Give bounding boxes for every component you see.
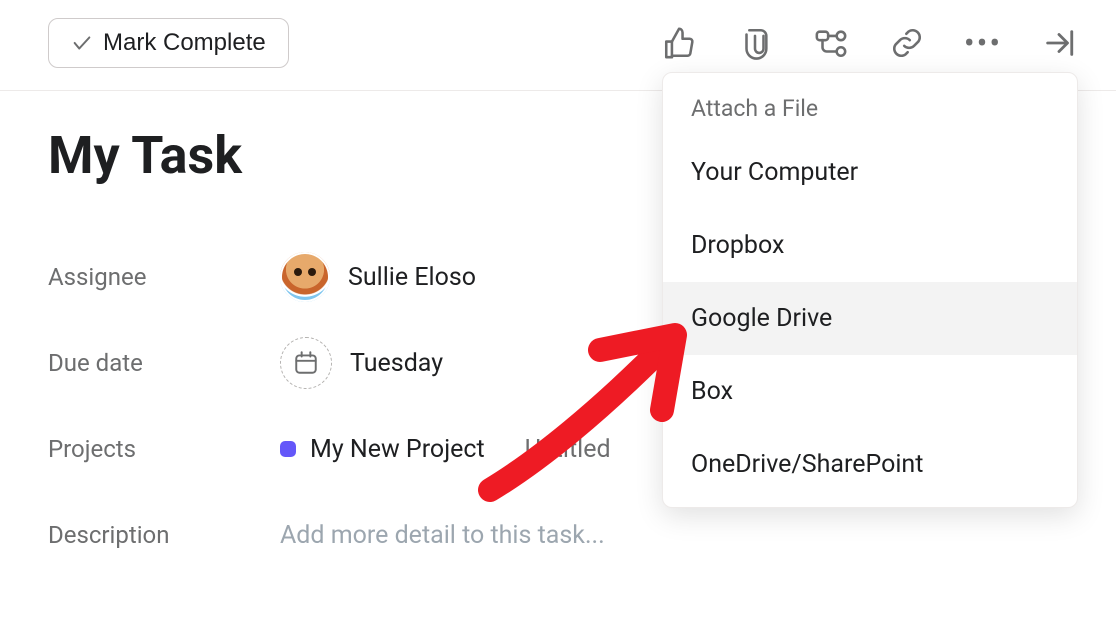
like-icon[interactable] [662,26,696,60]
mark-complete-label: Mark Complete [103,29,266,57]
attachment-icon[interactable] [738,26,772,60]
attach-option-your-computer[interactable]: Your Computer [663,136,1077,209]
attach-option-box[interactable]: Box [663,355,1077,428]
attach-file-menu: Attach a File Your Computer Dropbox Goog… [662,72,1078,508]
avatar [280,252,330,302]
attach-option-google-drive[interactable]: Google Drive [663,282,1077,355]
attach-option-onedrive[interactable]: OneDrive/SharePoint [663,428,1077,501]
collapse-icon[interactable] [1042,26,1076,60]
project-name: My New Project [310,435,485,464]
due-date-value[interactable]: Tuesday [280,337,443,389]
projects-label: Projects [48,435,280,463]
project-chip[interactable]: My New Project [280,435,485,464]
project-color-dot [280,441,296,457]
description-input[interactable]: Add more detail to this task... [280,521,605,550]
attach-menu-header: Attach a File [663,77,1077,136]
description-label: Description [48,521,280,549]
project-section[interactable]: Untitled [525,435,611,464]
check-icon [71,32,93,54]
link-icon[interactable] [890,26,924,60]
toolbar: ••• [662,26,1076,60]
assignee-value[interactable]: Sullie Eloso [280,252,476,302]
subtask-icon[interactable] [814,26,848,60]
calendar-icon [280,337,332,389]
assignee-name: Sullie Eloso [348,263,476,292]
mark-complete-button[interactable]: Mark Complete [48,18,289,68]
due-date-label: Due date [48,349,280,377]
more-icon[interactable]: ••• [966,26,1000,60]
due-date-text: Tuesday [350,349,443,378]
assignee-label: Assignee [48,263,280,291]
attach-option-dropbox[interactable]: Dropbox [663,209,1077,282]
